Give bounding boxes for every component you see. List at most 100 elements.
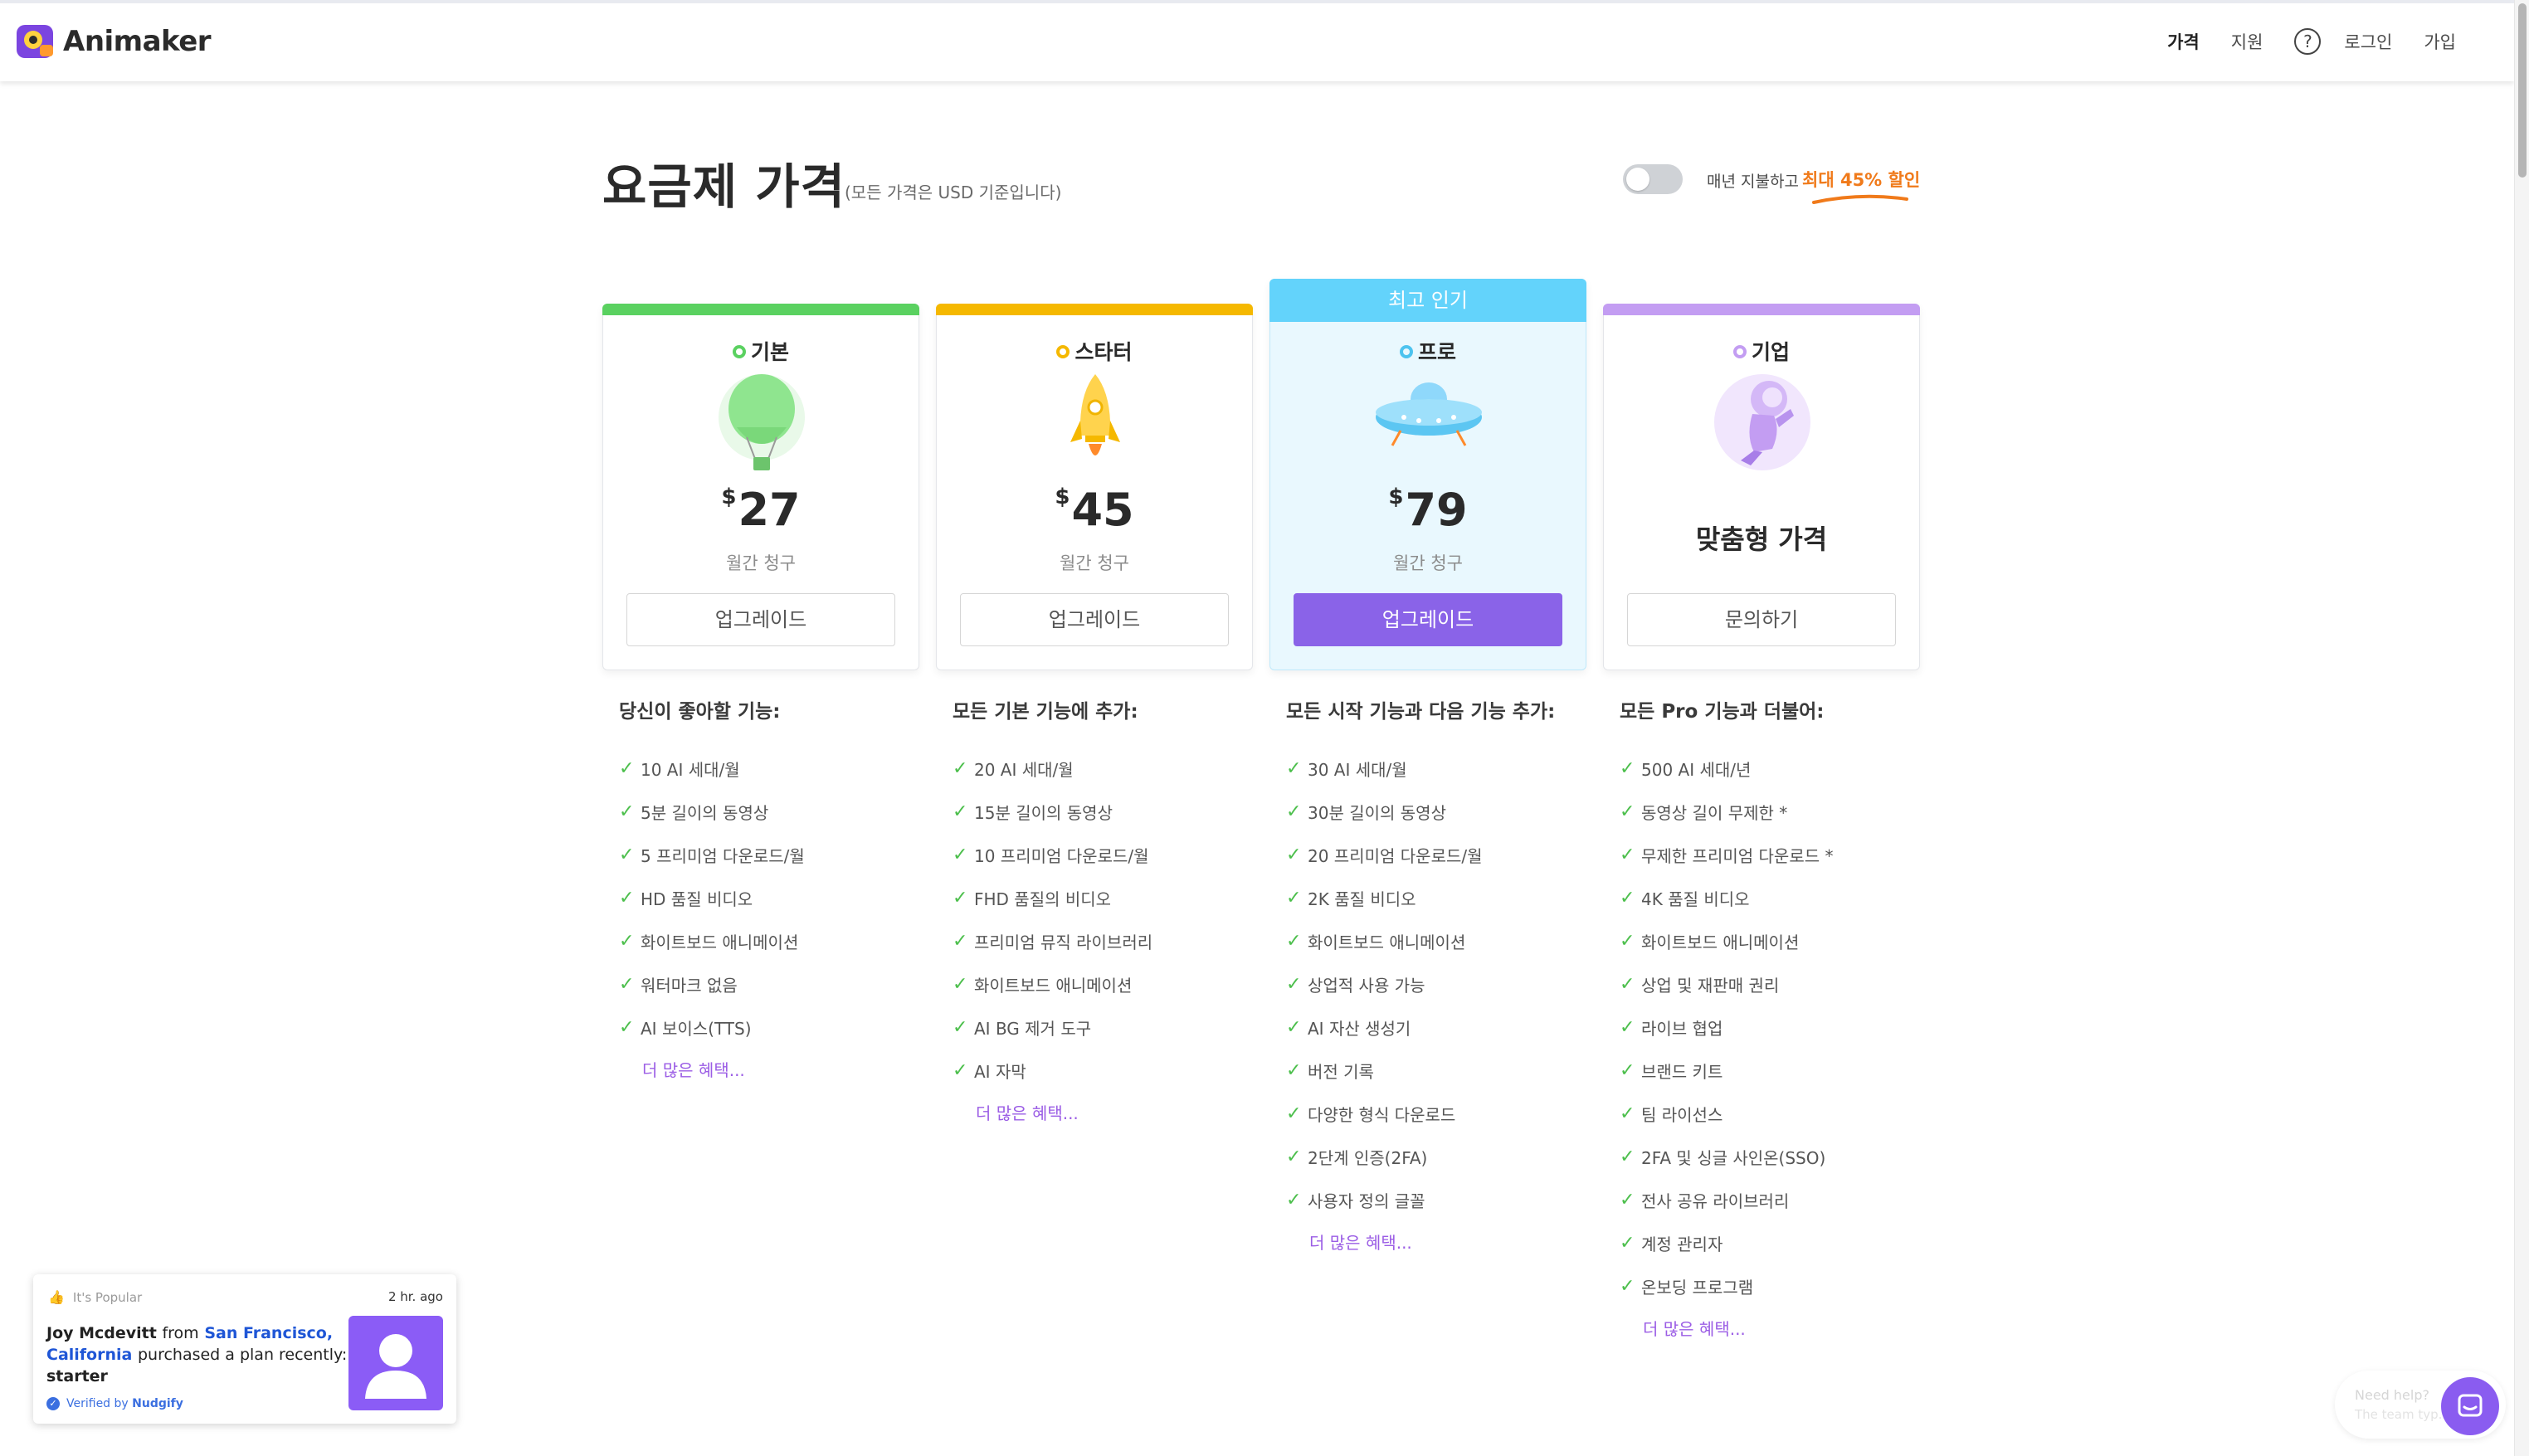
check-icon: ✓ bbox=[619, 757, 635, 779]
feature-text: 무제한 프리미엄 다운로드 * bbox=[1641, 845, 1834, 866]
upgrade-button-pro[interactable]: 업그레이드 bbox=[1294, 593, 1562, 646]
nav-pricing[interactable]: 가격 bbox=[2167, 29, 2200, 54]
more-benefits-link[interactable]: 더 많은 혜택... bbox=[642, 1049, 919, 1092]
feature-item: ✓ 20 AI 세대/월 bbox=[953, 747, 1253, 790]
check-icon: ✓ bbox=[953, 757, 968, 779]
help-line-2: The team typ... bbox=[2355, 1407, 2450, 1422]
billing-period: 월간 청구 bbox=[1060, 553, 1129, 573]
check-icon: ✓ bbox=[1286, 757, 1302, 779]
animaker-logo[interactable]: Animaker bbox=[15, 22, 212, 61]
toggle-knob bbox=[1626, 168, 1649, 191]
feature-text: 다양한 형식 다운로드 bbox=[1308, 1104, 1456, 1125]
verified-line: ✓ Verified by Nudgify bbox=[46, 1397, 183, 1410]
check-icon: ✓ bbox=[953, 1059, 968, 1081]
feature-item: ✓ AI BG 제거 도구 bbox=[953, 1006, 1253, 1049]
ufo-icon bbox=[1376, 382, 1482, 446]
chat-launcher-button[interactable] bbox=[2441, 1377, 2499, 1435]
verified-brand: Nudgify bbox=[132, 1397, 183, 1410]
social-proof-popup[interactable]: 👍 It's Popular 2 hr. ago Joy Mcdevitt fr… bbox=[33, 1274, 456, 1424]
feature-item: ✓ 팀 라이선스 bbox=[1620, 1092, 1920, 1135]
check-icon: ✓ bbox=[1286, 930, 1302, 952]
check-icon: ✓ bbox=[1286, 844, 1302, 865]
scrollbar-thumb[interactable] bbox=[2518, 3, 2527, 178]
hot-air-balloon-icon bbox=[719, 374, 805, 470]
feature-item: ✓ 전사 공유 라이브러리 bbox=[1620, 1178, 1920, 1221]
annual-billing-toggle[interactable] bbox=[1623, 164, 1683, 194]
page-scrollbar[interactable] bbox=[2514, 0, 2529, 1456]
help-circle-icon[interactable]: ? bbox=[2294, 28, 2322, 55]
user-avatar-icon bbox=[348, 1316, 443, 1410]
price-amount: 45 bbox=[1071, 484, 1134, 536]
check-icon: ✓ bbox=[619, 1016, 635, 1038]
plan-name: 스타터 bbox=[937, 336, 1252, 366]
feature-list-basic: 당신이 좋아할 기능: ✓ 10 AI 세대/월 ✓ 5분 길이의 동영상 ✓ 5 프… bbox=[602, 695, 919, 1092]
custom-price: 맞춤형 가격 bbox=[1695, 523, 1828, 555]
feature-item: ✓ 다양한 형식 다운로드 bbox=[1286, 1092, 1586, 1135]
contact-button-enterprise[interactable]: 문의하기 bbox=[1627, 593, 1896, 646]
feature-item: ✓ 무제한 프리미엄 다운로드 * bbox=[1620, 833, 1920, 876]
feature-text: 30 AI 세대/월 bbox=[1308, 759, 1407, 780]
plan-dot-icon bbox=[732, 345, 746, 358]
thumbs-up-icon: 👍 bbox=[48, 1289, 65, 1305]
feature-item: ✓ 워터마크 없음 bbox=[619, 962, 919, 1006]
feature-text: FHD 품질의 비디오 bbox=[974, 889, 1112, 909]
check-icon: ✓ bbox=[1620, 1146, 1635, 1167]
nav-signup[interactable]: 가입 bbox=[2424, 29, 2456, 54]
upgrade-button-starter[interactable]: 업그레이드 bbox=[960, 593, 1229, 646]
feature-text: 15분 길이의 동영상 bbox=[974, 802, 1113, 823]
toggle-label: 매년 지불하고 bbox=[1707, 173, 1799, 191]
feature-text: 온보딩 프로그램 bbox=[1641, 1277, 1754, 1298]
more-benefits-link[interactable]: 더 많은 혜택... bbox=[1309, 1221, 1586, 1264]
plan-name: 프로 bbox=[1270, 336, 1586, 366]
feature-text: 화이트보드 애니메이션 bbox=[1641, 932, 1800, 952]
check-icon: ✓ bbox=[1286, 1189, 1302, 1210]
feature-text: AI 보이스(TTS) bbox=[641, 1018, 752, 1039]
check-icon: ✓ bbox=[953, 801, 968, 822]
feature-text: 라이브 협업 bbox=[1641, 1018, 1723, 1039]
feature-item: ✓ 상업 및 재판매 권리 bbox=[1620, 962, 1920, 1006]
nav-login[interactable]: 로그인 bbox=[2344, 29, 2392, 54]
feature-item: ✓ FHD 품질의 비디오 bbox=[953, 876, 1253, 919]
feature-item: ✓ 동영상 길이 무제한 * bbox=[1620, 790, 1920, 833]
nav-support[interactable]: 지원 bbox=[2231, 29, 2263, 54]
more-benefits-link[interactable]: 더 많은 혜택... bbox=[1643, 1307, 1920, 1351]
feature-text: 버전 기록 bbox=[1308, 1061, 1374, 1082]
feature-text: 4K 품질 비디오 bbox=[1641, 889, 1750, 909]
plan-card-starter: 스타터 $45 월간 청구 업그레이드 bbox=[936, 304, 1253, 670]
price-amount: 27 bbox=[738, 484, 801, 536]
plan-dot-icon bbox=[1732, 345, 1747, 358]
help-line-1: Need help? bbox=[2355, 1387, 2429, 1403]
feature-item: ✓ 프리미엄 뮤직 라이브러리 bbox=[953, 919, 1253, 962]
feature-item: ✓ AI 자산 생성기 bbox=[1286, 1006, 1586, 1049]
purchased-plan: starter bbox=[46, 1367, 108, 1385]
feature-item: ✓ 10 프리미엄 다운로드/월 bbox=[953, 833, 1253, 876]
plan-name: 기업 bbox=[1604, 336, 1919, 366]
action-text: purchased a plan recently: bbox=[137, 1346, 348, 1364]
feature-text: 화이트보드 애니메이션 bbox=[1308, 932, 1466, 952]
feature-item: ✓ 30분 길이의 동영상 bbox=[1286, 790, 1586, 833]
astronaut-icon bbox=[1714, 374, 1810, 470]
feature-item: ✓ 2FA 및 싱글 사인온(SSO) bbox=[1620, 1135, 1920, 1178]
check-icon: ✓ bbox=[1286, 801, 1302, 822]
feature-item: ✓ AI 자막 bbox=[953, 1049, 1253, 1092]
feature-item: ✓ 2단계 인증(2FA) bbox=[1286, 1135, 1586, 1178]
feature-item: ✓ 라이브 협업 bbox=[1620, 1006, 1920, 1049]
more-benefits-link[interactable]: 더 많은 혜택... bbox=[976, 1092, 1253, 1135]
billing-period: 월간 청구 bbox=[1393, 553, 1463, 573]
upgrade-button-basic[interactable]: 업그레이드 bbox=[626, 593, 895, 646]
price-currency: $ bbox=[1055, 485, 1070, 509]
feature-text: 계정 관리자 bbox=[1641, 1234, 1723, 1254]
feature-text: 상업적 사용 가능 bbox=[1308, 975, 1425, 996]
feature-item: ✓ AI 보이스(TTS) bbox=[619, 1006, 919, 1049]
feature-list-starter: 모든 기본 기능에 추가: ✓ 20 AI 세대/월 ✓ 15분 길이의 동영상 ✓… bbox=[936, 695, 1253, 1135]
plan-dot-icon bbox=[1056, 345, 1070, 358]
popup-label: It's Popular bbox=[72, 1289, 143, 1305]
plan-name-text: 기본 bbox=[750, 340, 789, 364]
feature-item: ✓ 10 AI 세대/월 bbox=[619, 747, 919, 790]
feature-item: ✓ 30 AI 세대/월 bbox=[1286, 747, 1586, 790]
feature-text: 2K 품질 비디오 bbox=[1308, 889, 1416, 909]
feature-list-enterprise: 모든 Pro 기능과 더불어: ✓ 500 AI 세대/년 ✓ 동영상 길이 무제한… bbox=[1603, 695, 1920, 1351]
feature-item: ✓ 버전 기록 bbox=[1286, 1049, 1586, 1092]
feature-item: ✓ 15분 길이의 동영상 bbox=[953, 790, 1253, 833]
check-icon: ✓ bbox=[1286, 1103, 1302, 1124]
